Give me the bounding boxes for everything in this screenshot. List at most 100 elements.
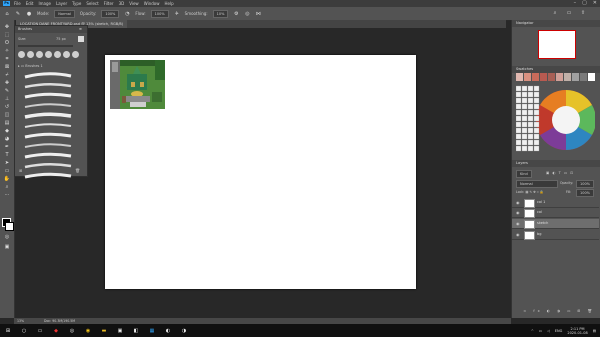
gradient-tool-icon[interactable]: ▤ [2,120,12,126]
visibility-eye-icon[interactable]: ◉ [516,231,520,238]
navigator-panel-header[interactable]: Navigator [512,20,600,27]
notifications-icon[interactable]: ▤ [593,329,596,333]
delete-brush-icon[interactable]: 🗑 [75,168,80,173]
background-color-swatch[interactable] [5,222,14,231]
brush-size-slider[interactable] [18,45,73,47]
file-explorer-icon[interactable]: ▬ [100,327,108,335]
smoothing-input[interactable]: 10% [212,9,229,18]
path-select-tool-icon[interactable]: ➤ [2,160,12,166]
menu-help[interactable]: Help [164,1,173,6]
brush-group[interactable]: ▸ ▭ Brushes 1 [18,64,84,69]
marquee-tool-icon[interactable]: ⬚ [2,32,12,38]
recent-brush-6[interactable] [63,51,70,58]
screen-mode-icon[interactable]: ▣ [2,244,12,250]
layer-kind-filter[interactable]: Kind [516,170,532,178]
blend-mode-select[interactable]: Normal [516,180,558,188]
brush-settings-icon[interactable] [78,36,84,42]
app-icon-9[interactable]: ◧ [132,327,140,335]
app-icon-red[interactable]: ◆ [52,327,60,335]
shape-tool-icon[interactable]: ▭ [2,168,12,174]
swatch-8[interactable] [572,73,579,81]
search-icon[interactable]: ⌕ [552,10,558,16]
brush-tool-icon[interactable]: ✎ [15,11,21,17]
recent-brush-2[interactable] [27,51,34,58]
clock[interactable]: 2:11 PM 2020-01-08 [567,327,587,335]
brush-stroke-list[interactable] [23,71,73,186]
close-icon[interactable]: ✕ [593,0,597,7]
maximize-icon[interactable]: ▢ [582,0,587,7]
app-icon-11[interactable]: ◐ [164,327,172,335]
frame-tool-icon[interactable]: ⊠ [2,64,12,70]
app-icon-circle[interactable]: ◎ [68,327,76,335]
recent-brush-4[interactable] [45,51,52,58]
flow-input[interactable]: 100% [150,9,169,18]
language-indicator[interactable]: ENG [555,329,563,333]
airbrush-icon[interactable]: ✈ [174,11,180,17]
swatch-5[interactable] [548,73,555,81]
layer-row[interactable]: ◉ col 1 [512,198,599,208]
photoshop-taskbar-icon[interactable]: ▦ [148,327,156,335]
swatch-3[interactable] [532,73,539,81]
menu-layer[interactable]: Layer [56,1,67,6]
menu-window[interactable]: Window [144,1,160,6]
brushes-panel-header[interactable]: Brushes ≡ [15,26,87,33]
swatch-7[interactable] [564,73,571,81]
brush-preset-icon[interactable]: ● [26,11,32,17]
task-view-icon[interactable]: ▭ [36,327,44,335]
panel-menu-icon[interactable]: ≡ [79,27,82,32]
hand-tool-icon[interactable]: ✋ [2,176,12,182]
eraser-tool-icon[interactable]: ◫ [2,112,12,118]
chrome-icon[interactable]: ◉ [84,327,92,335]
network-icon[interactable]: ▭ [539,329,542,333]
layer-row[interactable]: ◉ bg [512,230,599,240]
windows-start-icon[interactable]: ⊞ [4,327,12,335]
recent-brush-3[interactable] [36,51,43,58]
swatch-1[interactable] [516,73,523,81]
opacity-input[interactable]: 100% [101,9,120,18]
search-icon[interactable]: ○ [20,327,28,335]
menu-image[interactable]: Image [38,1,51,6]
brush-tool-icon[interactable]: ✎ [2,88,12,94]
history-brush-tool-icon[interactable]: ↺ [2,104,12,110]
home-icon[interactable]: ⌂ [4,11,10,17]
minimize-icon[interactable]: – [574,0,577,7]
symmetry-icon[interactable]: ⋈ [255,11,261,17]
lasso-tool-icon[interactable]: ʘ [2,40,12,46]
mode-select[interactable]: Normal [54,9,75,18]
share-icon[interactable]: ⇪ [580,10,586,16]
move-tool-icon[interactable]: ✥ [2,24,12,30]
layer-row[interactable]: ◉ col [512,208,599,218]
settings-gear-icon[interactable]: ⚙ [233,11,239,17]
quick-mask-icon[interactable]: ◎ [2,234,12,240]
swatch-4[interactable] [540,73,547,81]
brush-size-value[interactable]: 75 px [56,36,66,42]
layer-filter-icons[interactable]: ▣ ◐ T ▭ ⊡ [546,170,574,176]
swatches-panel-header[interactable]: Swatches [512,66,600,73]
crop-tool-icon[interactable]: ⌗ [2,56,12,62]
more-tools-icon[interactable]: ⋯ [2,192,12,198]
swatch-9[interactable] [580,73,587,81]
healing-tool-icon[interactable]: ✚ [2,80,12,86]
layer-fill-input[interactable]: 100% [576,189,595,197]
layers-panel-header[interactable]: Layers [512,160,600,167]
visibility-eye-icon[interactable]: ◉ [516,209,520,216]
new-brush-icon[interactable]: ⊞ [19,168,22,173]
menu-file[interactable]: File [14,1,21,6]
swatch-6[interactable] [556,73,563,81]
menu-3d[interactable]: 3D [119,1,125,6]
type-tool-icon[interactable]: T [2,152,12,158]
app-icon-8[interactable]: ▣ [116,327,124,335]
pressure-size-icon[interactable]: ◎ [244,11,250,17]
layer-row-selected[interactable]: ◉ sketch [512,219,599,229]
swatch-10[interactable] [588,73,595,81]
tray-arrow-icon[interactable]: ^ [531,329,534,333]
visibility-eye-icon[interactable]: ◉ [516,220,520,227]
swatch-2[interactable] [524,73,531,81]
menu-type[interactable]: Type [72,1,81,6]
workspace-icon[interactable]: ▭ [566,10,572,16]
app-icon-12[interactable]: ◑ [180,327,188,335]
visibility-eye-icon[interactable]: ◉ [516,199,520,206]
lock-icons[interactable]: Lock: ▦ ✎ ✥ ⌗ 🔒 [516,189,544,195]
pressure-opacity-icon[interactable]: ◔ [124,11,130,17]
recent-brush-5[interactable] [54,51,61,58]
